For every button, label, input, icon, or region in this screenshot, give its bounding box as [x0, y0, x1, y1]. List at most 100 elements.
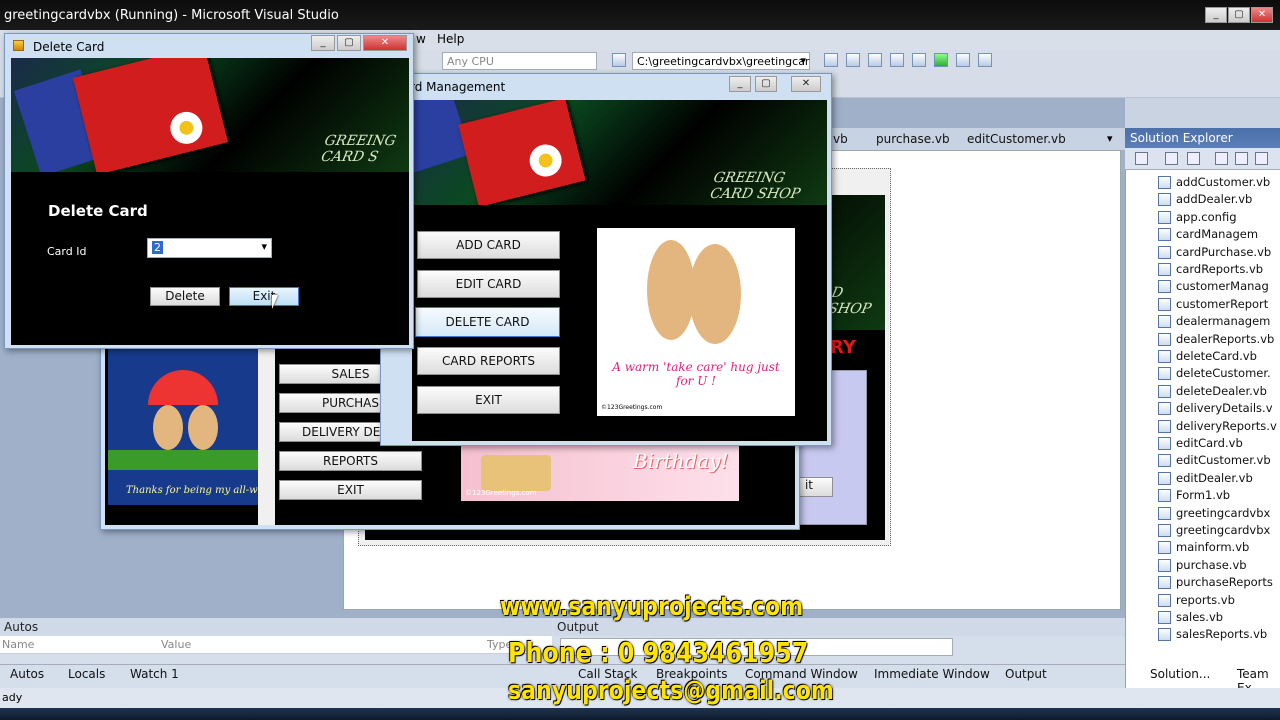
toolbar-icon-6[interactable]: [956, 53, 970, 67]
tab-watch[interactable]: Watch 1: [130, 667, 179, 681]
solution-file-item[interactable]: dealerReports.vb: [1158, 332, 1274, 349]
tab-autos[interactable]: Autos: [10, 667, 44, 681]
tab-editcustomer[interactable]: editCustomer.vb: [967, 132, 1066, 146]
solution-file-item[interactable]: customerReport: [1158, 297, 1268, 314]
autos-column-headers: Name Value Type: [0, 636, 552, 654]
menu-help[interactable]: Help: [437, 32, 464, 46]
card-exit-button[interactable]: EXIT: [417, 386, 560, 414]
delete-card-window-title: Delete Card: [33, 40, 105, 54]
col-value[interactable]: Value: [161, 638, 191, 651]
solution-file-item[interactable]: cardReports.vb: [1158, 262, 1263, 279]
tab-purchase[interactable]: purchase.vb: [876, 132, 950, 146]
exit-button[interactable]: Exit: [229, 287, 299, 306]
toolbar-icon-1[interactable]: [824, 53, 838, 67]
solution-file-item[interactable]: purchaseReports: [1158, 575, 1273, 592]
solution-file-item[interactable]: customerManag: [1158, 279, 1269, 296]
background-exit-label: it: [804, 478, 814, 492]
solution-file-label: greetingcardvbx: [1176, 523, 1271, 537]
solution-file-label: customerManag: [1176, 279, 1269, 294]
maximize-button[interactable]: ▢: [1228, 7, 1250, 23]
solution-file-item[interactable]: editCustomer.vb: [1158, 453, 1271, 470]
dc-maximize-button[interactable]: ▢: [337, 35, 361, 51]
solution-file-item[interactable]: app.config: [1158, 209, 1237, 227]
cm-minimize-button[interactable]: _: [729, 76, 751, 92]
se-tool-icon-2[interactable]: [1165, 152, 1178, 165]
solution-file-label: deleteDealer.vb: [1176, 383, 1267, 398]
card-reports-button[interactable]: CARD REPORTS: [417, 347, 560, 375]
col-name[interactable]: Name: [2, 638, 34, 651]
tab-vb[interactable]: vb: [833, 132, 848, 146]
file-icon: [1158, 176, 1171, 189]
tab-locals[interactable]: Locals: [68, 667, 105, 681]
solution-file-label: app.config: [1176, 209, 1237, 224]
main-exit-button[interactable]: EXIT: [279, 480, 422, 500]
edit-card-button[interactable]: EDIT CARD: [417, 270, 560, 298]
platform-select[interactable]: Any CPU: [442, 52, 597, 70]
solution-file-item[interactable]: salesReports.vb: [1158, 627, 1267, 644]
bear-icon-2: [188, 405, 218, 450]
solution-file-item[interactable]: dealermanagem: [1158, 314, 1270, 331]
open-folder-icon[interactable]: [612, 53, 626, 67]
file-icon: [1158, 628, 1171, 642]
solution-file-item[interactable]: deleteCustomer.: [1158, 366, 1271, 383]
solution-file-label: editCustomer.vb: [1176, 453, 1271, 468]
path-select[interactable]: C:\greetingcardvbx\greetingcar ▾: [632, 52, 810, 70]
tab-dropdown-icon[interactable]: ▾: [1107, 132, 1113, 145]
app-icon: [13, 40, 24, 51]
solution-file-item[interactable]: greetingcardvbx: [1158, 506, 1270, 523]
solution-file-label: editDealer.vb: [1176, 470, 1253, 485]
solution-file-item[interactable]: Form1.vb: [1158, 488, 1230, 505]
chevron-down-icon: ▾: [800, 54, 806, 67]
card-id-select[interactable]: 2 ▾: [147, 238, 272, 258]
card-management-banner-text: GREEING CARD SHOP: [708, 170, 802, 202]
add-card-button[interactable]: ADD CARD: [417, 231, 560, 259]
cm-maximize-button[interactable]: ▢: [755, 76, 777, 92]
dc-close-button[interactable]: ✕: [363, 35, 407, 51]
se-tool-icon-6[interactable]: [1255, 152, 1268, 165]
minimize-button[interactable]: _: [1205, 7, 1227, 23]
run-icon[interactable]: [934, 53, 948, 67]
solution-file-item[interactable]: deleteCard.vb: [1158, 349, 1257, 366]
delete-button[interactable]: Delete: [150, 287, 220, 306]
solution-file-item[interactable]: deleteDealer.vb: [1158, 383, 1267, 401]
thanks-text: Thanks for being my all-w: [126, 485, 258, 496]
solution-file-item[interactable]: addCustomer.vb: [1158, 175, 1270, 192]
solution-file-item[interactable]: addDealer.vb: [1158, 192, 1252, 209]
se-tool-icon-3[interactable]: [1187, 152, 1200, 165]
tab-immediate-window[interactable]: Immediate Window: [874, 667, 990, 681]
toolbar-icon-3[interactable]: [868, 53, 882, 67]
se-tool-icon-4[interactable]: [1215, 152, 1228, 165]
solution-file-item[interactable]: purchase.vb: [1158, 558, 1247, 575]
se-tool-icon-1[interactable]: [1135, 152, 1148, 165]
file-icon: [1158, 419, 1171, 433]
menu-view[interactable]: w: [416, 32, 426, 46]
dc-minimize-button[interactable]: _: [311, 35, 335, 51]
tab-output[interactable]: Output: [1005, 667, 1047, 681]
toolbar-icon-5[interactable]: [912, 53, 926, 67]
delete-card-label: DELETE CARD: [445, 315, 530, 329]
close-button[interactable]: ✕: [1251, 7, 1273, 23]
file-icon: [1158, 489, 1171, 503]
daisy-icon: [526, 141, 566, 180]
solution-file-item[interactable]: editCard.vb: [1158, 436, 1243, 453]
birthday-image: Birthday! ©123Greetings.com: [461, 445, 739, 501]
tab-solution[interactable]: Solution...: [1150, 667, 1210, 681]
solution-file-item[interactable]: editDealer.vb: [1158, 470, 1253, 488]
solution-file-item[interactable]: cardManagem: [1158, 227, 1258, 244]
toolbar-icon-7[interactable]: [978, 53, 992, 67]
solution-file-item[interactable]: greetingcardvbx: [1158, 523, 1271, 540]
solution-file-item[interactable]: deliveryReports.v: [1158, 419, 1277, 436]
cm-close-button[interactable]: ✕: [791, 76, 821, 92]
solution-file-item[interactable]: sales.vb: [1158, 610, 1223, 627]
solution-file-item[interactable]: mainform.vb: [1158, 540, 1249, 557]
toolbar-icon-4[interactable]: [890, 53, 904, 67]
bear-icon: [153, 405, 183, 450]
reports-button[interactable]: REPORTS: [279, 451, 422, 471]
file-icon: [1158, 558, 1171, 572]
solution-file-item[interactable]: deliveryDetails.v: [1158, 401, 1273, 418]
delete-card-button[interactable]: DELETE CARD: [415, 307, 560, 337]
solution-file-item[interactable]: reports.vb: [1158, 593, 1235, 610]
se-tool-icon-5[interactable]: [1235, 152, 1248, 165]
solution-file-item[interactable]: cardPurchase.vb: [1158, 245, 1271, 262]
toolbar-icon-2[interactable]: [846, 53, 860, 67]
